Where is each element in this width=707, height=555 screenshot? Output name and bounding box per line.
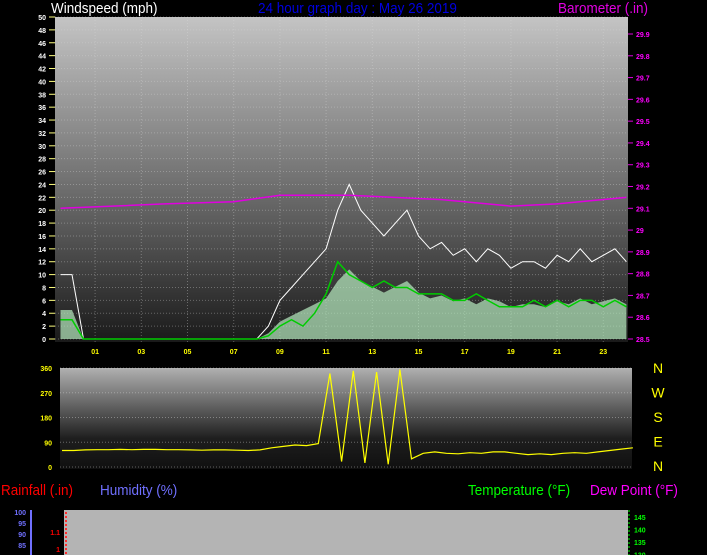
x-tick-label: 15 xyxy=(415,349,423,356)
wind-tick-label: 10 xyxy=(38,273,46,280)
direction-tick-label: 360 xyxy=(40,366,52,373)
baro-tick-label: 29.8 xyxy=(636,54,650,61)
baro-tick-label: 29.4 xyxy=(636,141,650,148)
wind-tick-label: 8 xyxy=(42,285,46,292)
direction-tick-label: 0 xyxy=(48,465,52,472)
baro-tick-label: 29 xyxy=(636,228,644,235)
compass-label: E xyxy=(653,434,662,450)
humidity-tick-label: 85 xyxy=(18,543,26,550)
direction-tick-label: 180 xyxy=(40,416,52,423)
wind-tick-label: 50 xyxy=(38,15,46,22)
baro-tick-label: 28.8 xyxy=(636,272,650,279)
wind-tick-label: 48 xyxy=(38,28,46,35)
baro-tick-label: 29.7 xyxy=(636,76,650,83)
wind-tick-label: 26 xyxy=(38,170,46,177)
humidity-tick-label: 100 xyxy=(14,510,26,517)
wind-tick-label: 20 xyxy=(38,208,46,215)
wind-tick-label: 32 xyxy=(38,131,46,138)
direction-tick-label: 270 xyxy=(40,391,52,398)
x-tick-label: 09 xyxy=(276,349,284,356)
x-tick-label: 03 xyxy=(137,349,145,356)
baro-tick-label: 29.9 xyxy=(636,32,650,39)
compass-label: N xyxy=(653,360,663,376)
x-tick-label: 13 xyxy=(368,349,376,356)
baro-tick-label: 29.3 xyxy=(636,163,650,170)
x-tick-label: 17 xyxy=(461,349,469,356)
baro-tick-label: 28.7 xyxy=(636,293,650,300)
compass-label: W xyxy=(651,385,665,401)
x-tick-label: 07 xyxy=(230,349,238,356)
wind-tick-label: 44 xyxy=(38,54,46,61)
wind-tick-label: 14 xyxy=(38,247,46,254)
baro-tick-label: 28.9 xyxy=(636,250,650,257)
x-tick-label: 21 xyxy=(553,349,561,356)
humidity-tick-label: 90 xyxy=(18,532,26,539)
wind-tick-label: 40 xyxy=(38,79,46,86)
wind-tick-label: 34 xyxy=(38,118,46,125)
wind-tick-label: 0 xyxy=(42,337,46,344)
wind-tick-label: 42 xyxy=(38,67,46,74)
wind-tick-label: 36 xyxy=(38,105,46,112)
wind-tick-label: 6 xyxy=(42,298,46,305)
temp-plot-area xyxy=(64,510,628,555)
direction-tick-label: 90 xyxy=(44,440,52,447)
x-tick-label: 19 xyxy=(507,349,515,356)
compass-label: N xyxy=(653,458,663,474)
wind-tick-label: 4 xyxy=(42,311,46,318)
x-tick-label: 01 xyxy=(91,349,99,356)
weather-charts: 0246810121416182022242628303234363840424… xyxy=(14,15,665,555)
humidity-tick-label: 95 xyxy=(18,521,26,528)
wind-tick-label: 24 xyxy=(38,182,46,189)
wind-tick-label: 12 xyxy=(38,260,46,267)
wind-tick-label: 16 xyxy=(38,234,46,241)
rain-tick-label: 1.1 xyxy=(50,530,60,537)
baro-tick-label: 29.6 xyxy=(636,97,650,104)
wind-tick-label: 18 xyxy=(38,221,46,228)
baro-tick-label: 29.2 xyxy=(636,185,650,192)
temp-tick-label: 135 xyxy=(634,540,646,547)
wind-tick-label: 28 xyxy=(38,157,46,164)
baro-tick-label: 29.1 xyxy=(636,206,650,213)
baro-tick-label: 29.5 xyxy=(636,119,650,126)
wind-tick-label: 2 xyxy=(42,324,46,331)
rain-tick-label: 1 xyxy=(56,547,60,554)
wind-tick-label: 30 xyxy=(38,144,46,151)
x-tick-label: 11 xyxy=(322,349,330,356)
x-tick-label: 05 xyxy=(184,349,192,356)
temp-tick-label: 140 xyxy=(634,528,646,535)
compass-label: S xyxy=(653,409,662,425)
temp-tick-label: 145 xyxy=(634,515,646,522)
x-tick-label: 23 xyxy=(599,349,607,356)
baro-tick-label: 28.5 xyxy=(636,337,650,344)
wind-tick-label: 22 xyxy=(38,195,46,202)
wind-tick-label: 46 xyxy=(38,41,46,48)
baro-tick-label: 28.6 xyxy=(636,315,650,322)
wind-tick-label: 38 xyxy=(38,92,46,99)
